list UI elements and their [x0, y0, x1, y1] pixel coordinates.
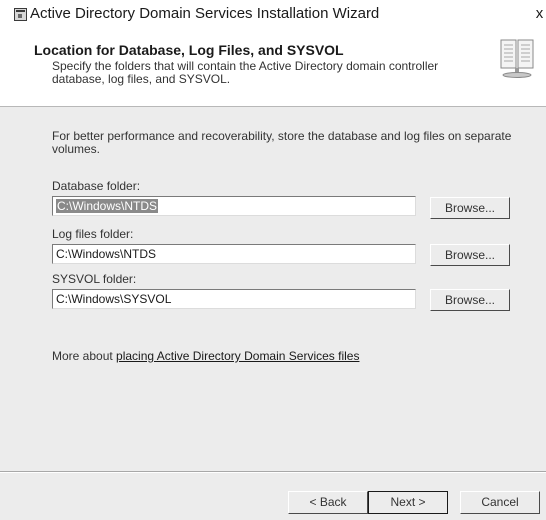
- window-title: Active Directory Domain Services Install…: [30, 5, 380, 22]
- page-description: Specify the folders that will contain th…: [52, 59, 439, 86]
- log-files-folder-input[interactable]: C:\Windows\NTDS: [52, 244, 416, 264]
- intro-text: For better performance and recoverabilit…: [52, 129, 512, 156]
- window-app-icon: [14, 8, 27, 21]
- header-divider: [0, 106, 546, 107]
- more-info-prefix: More about: [52, 349, 117, 363]
- footer-divider-highlight: [0, 472, 546, 473]
- sysvol-browse-button[interactable]: Browse...: [430, 289, 510, 311]
- database-browse-button[interactable]: Browse...: [430, 197, 510, 219]
- log-files-browse-button[interactable]: Browse...: [430, 244, 510, 266]
- back-button[interactable]: < Back: [288, 491, 368, 514]
- sysvol-folder-input[interactable]: C:\Windows\SYSVOL: [52, 289, 416, 309]
- database-folder-value: C:\Windows\NTDS: [56, 199, 159, 213]
- wizard-header: Location for Database, Log Files, and SY…: [0, 28, 546, 106]
- cancel-button[interactable]: Cancel: [460, 491, 540, 514]
- log-files-folder-label: Log files folder:: [52, 227, 134, 241]
- sysvol-folder-label: SYSVOL folder:: [52, 272, 137, 286]
- wizard-window: Active Directory Domain Services Install…: [0, 0, 546, 520]
- sysvol-folder-value: C:\Windows\SYSVOL: [56, 292, 172, 306]
- log-files-folder-value: C:\Windows\NTDS: [56, 247, 157, 261]
- next-button[interactable]: Next >: [368, 491, 448, 514]
- book-icon: [500, 39, 534, 78]
- close-icon[interactable]: x: [533, 4, 546, 24]
- placing-files-link[interactable]: placing Active Directory Domain Services…: [116, 349, 359, 363]
- page-title: Location for Database, Log Files, and SY…: [34, 42, 344, 58]
- title-bar: Active Directory Domain Services Install…: [0, 0, 546, 28]
- more-info-line: More about placing Active Directory Doma…: [52, 350, 359, 363]
- database-folder-input[interactable]: C:\Windows\NTDS: [52, 196, 416, 216]
- database-folder-label: Database folder:: [52, 179, 141, 193]
